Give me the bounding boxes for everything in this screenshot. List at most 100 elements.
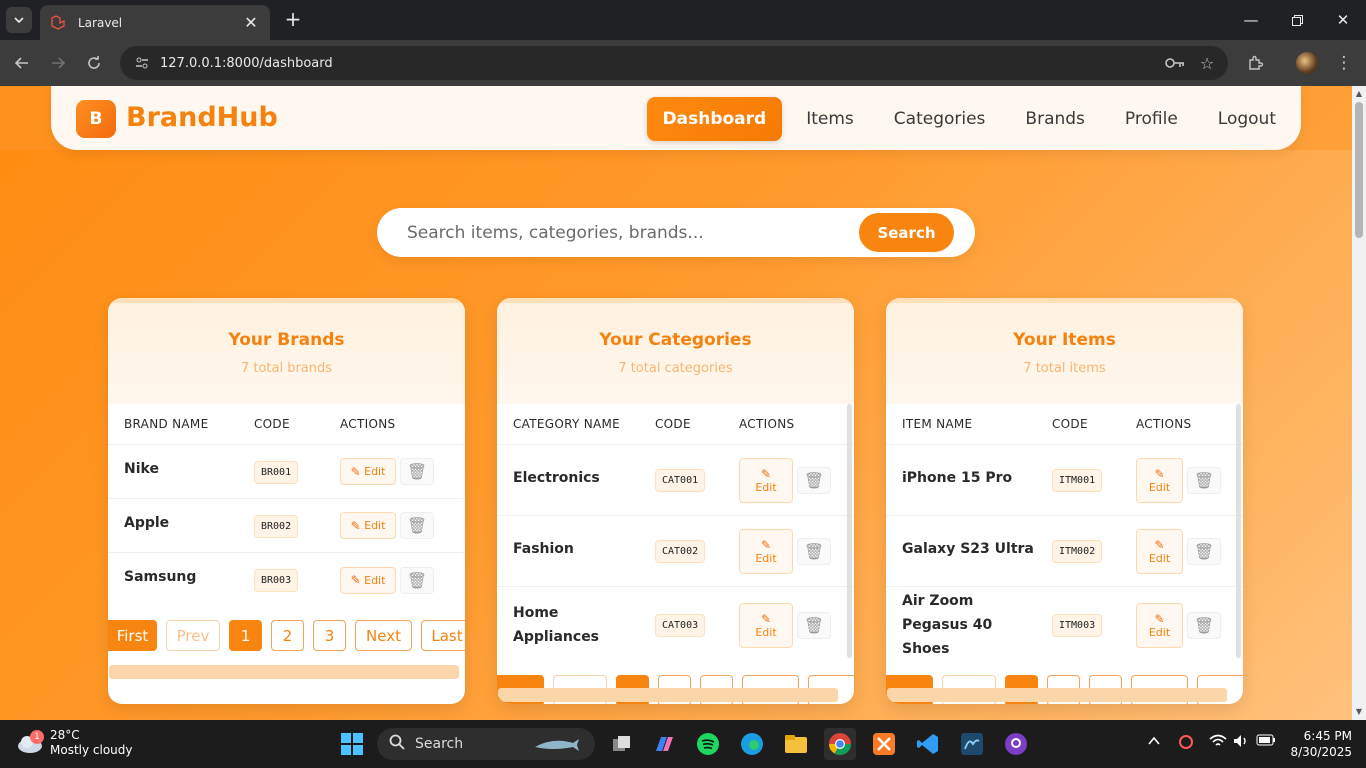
trash-icon: 🗑 xyxy=(406,462,428,481)
code-badge: CAT002 xyxy=(655,540,706,563)
pencil-icon: ✎ xyxy=(1154,611,1165,626)
logo-icon[interactable]: B xyxy=(76,100,116,138)
profile-avatar[interactable] xyxy=(1296,52,1318,74)
page-2-button[interactable]: 2 xyxy=(271,620,304,651)
password-key-icon[interactable] xyxy=(1164,52,1186,74)
delete-button[interactable]: 🗑 xyxy=(1187,611,1221,639)
restore-button[interactable] xyxy=(1274,0,1320,40)
extensions-icon[interactable] xyxy=(1244,52,1266,74)
taskbar-search[interactable]: Search xyxy=(377,728,595,760)
copilot-icon[interactable] xyxy=(648,728,680,760)
delete-button[interactable]: 🗑 xyxy=(400,458,434,485)
pencil-icon: ✎ xyxy=(350,518,361,533)
edit-button[interactable]: ✎ Edit xyxy=(1136,528,1183,574)
temperature: 28°C xyxy=(50,728,80,742)
scroll-down-icon[interactable]: ▼ xyxy=(1355,708,1363,716)
nav-categories[interactable]: Categories xyxy=(874,97,1006,141)
edit-button[interactable]: ✎ Edit xyxy=(739,602,793,648)
edit-label: Edit xyxy=(364,465,386,478)
edit-button[interactable]: ✎ Edit xyxy=(1136,602,1183,648)
site-info-icon[interactable] xyxy=(132,53,152,73)
page-last-button[interactable]: Last xyxy=(421,620,465,651)
github-desktop-icon[interactable] xyxy=(1000,728,1032,760)
edit-label: Edit xyxy=(364,573,386,587)
scroll-thumb[interactable] xyxy=(1355,102,1363,238)
nav-brands[interactable]: Brands xyxy=(1005,97,1105,141)
wifi-icon[interactable] xyxy=(1209,734,1227,752)
browser-menu-icon[interactable]: ⋮ xyxy=(1333,52,1355,74)
nav-items[interactable]: Items xyxy=(786,97,874,141)
trash-icon: 🗑 xyxy=(803,615,825,635)
cloud-icon: 1 xyxy=(16,730,44,754)
edge-icon[interactable] xyxy=(736,728,768,760)
file-explorer-icon[interactable] xyxy=(780,728,812,760)
chrome-icon[interactable] xyxy=(824,728,856,760)
windows-start-icon[interactable] xyxy=(336,728,368,760)
mysql-workbench-icon[interactable] xyxy=(956,728,988,760)
delete-button[interactable]: 🗑 xyxy=(1187,466,1221,494)
search-button[interactable]: Search xyxy=(859,213,954,252)
delete-button[interactable]: 🗑 xyxy=(400,512,434,539)
spotify-icon[interactable] xyxy=(692,728,724,760)
trash-icon: 🗑 xyxy=(1193,541,1215,561)
page-1-button[interactable]: 1 xyxy=(229,620,262,651)
bookmark-star-icon[interactable]: ☆ xyxy=(1196,52,1218,74)
sync-icon[interactable] xyxy=(1178,734,1194,754)
address-bar[interactable]: 127.0.0.1:8000/dashboard ☆ xyxy=(120,46,1228,80)
tray-chevron-icon[interactable] xyxy=(1147,734,1161,752)
edit-button[interactable]: ✎ Edit xyxy=(739,457,793,503)
vertical-scrollbar[interactable] xyxy=(847,404,852,658)
delete-button[interactable]: 🗑 xyxy=(400,566,434,594)
page-3-button[interactable]: 3 xyxy=(313,620,346,651)
weather-badge: 1 xyxy=(30,730,44,744)
delete-button[interactable]: 🗑 xyxy=(797,611,831,639)
nav-dashboard[interactable]: Dashboard xyxy=(646,97,783,141)
weather-widget[interactable]: 1 28°C Mostly cloudy xyxy=(16,728,133,758)
brand-name[interactable]: BrandHub xyxy=(126,102,278,133)
page-viewport: B BrandHub Dashboard Items Categories Br… xyxy=(0,86,1366,720)
scroll-up-icon[interactable]: ▲ xyxy=(1355,90,1363,98)
vertical-scrollbar[interactable] xyxy=(1236,404,1241,658)
horizontal-scrollbar[interactable] xyxy=(109,665,459,679)
browser-toolbar: 127.0.0.1:8000/dashboard ☆ ⋮ xyxy=(0,40,1366,86)
system-clock[interactable]: 6:45 PM 8/30/2025 xyxy=(1282,728,1352,760)
nav-logout[interactable]: Logout xyxy=(1198,97,1301,141)
edit-button[interactable]: ✎ Edit xyxy=(739,528,793,574)
delete-button[interactable]: 🗑 xyxy=(1187,537,1221,565)
delete-button[interactable]: 🗑 xyxy=(797,537,831,565)
nav-profile[interactable]: Profile xyxy=(1105,97,1198,141)
minimize-button[interactable]: — xyxy=(1228,0,1274,40)
page-first-button[interactable]: First xyxy=(108,620,157,651)
edit-button[interactable]: ✎ Edit xyxy=(340,458,396,485)
tab-close-icon[interactable]: ✕ xyxy=(242,13,260,32)
page-prev-button[interactable]: Prev xyxy=(166,620,220,651)
reload-icon[interactable] xyxy=(83,52,105,74)
browser-tab[interactable]: Laravel ✕ xyxy=(40,5,270,40)
battery-icon[interactable] xyxy=(1256,734,1276,750)
edit-button[interactable]: ✎ Edit xyxy=(340,566,396,594)
table-row: Electronics CAT001 ✎ Edit 🗑 xyxy=(497,445,854,516)
new-tab-button[interactable]: + xyxy=(282,8,304,30)
edit-button[interactable]: ✎ Edit xyxy=(1136,457,1183,503)
pencil-icon: ✎ xyxy=(760,611,772,626)
forward-icon[interactable] xyxy=(47,52,69,74)
volume-icon[interactable] xyxy=(1233,734,1249,752)
horizontal-scrollbar[interactable] xyxy=(887,688,1227,702)
delete-button[interactable]: 🗑 xyxy=(797,466,831,494)
table-row: Samsung BR003 ✎ Edit 🗑 xyxy=(108,553,465,607)
search-input[interactable] xyxy=(407,208,847,257)
vscode-icon[interactable] xyxy=(912,728,944,760)
horizontal-scrollbar[interactable] xyxy=(498,688,838,702)
xampp-icon[interactable] xyxy=(868,728,900,760)
edit-button[interactable]: ✎ Edit xyxy=(340,512,396,539)
page-scrollbar[interactable]: ▲ ▼ xyxy=(1352,86,1366,720)
table-row: Home Appliances CAT003 ✎ Edit 🗑 xyxy=(497,587,854,663)
back-icon[interactable] xyxy=(11,52,33,74)
brands-card-header: Your Brands 7 total brands xyxy=(108,298,465,404)
close-window-button[interactable]: ✕ xyxy=(1320,0,1366,40)
brand-name-cell: Apple xyxy=(124,514,170,531)
column-header: CATEGORY NAME xyxy=(513,417,621,431)
task-view-icon[interactable] xyxy=(606,728,638,760)
tab-search-icon[interactable] xyxy=(6,7,32,33)
page-next-button[interactable]: Next xyxy=(355,620,412,651)
